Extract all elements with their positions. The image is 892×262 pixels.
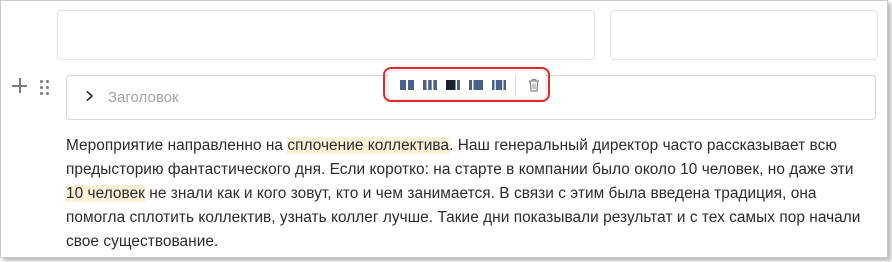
highlighted-text: сплочение коллектива <box>287 137 450 154</box>
column-block-left[interactable] <box>57 10 595 60</box>
heading-input[interactable] <box>108 86 368 108</box>
toolbar-highlight-frame <box>383 67 550 102</box>
paragraph-segment: не знали как и кого зовут, кто и чем зан… <box>66 185 861 250</box>
drag-handle-icon[interactable] <box>39 80 51 96</box>
add-block-button[interactable] <box>11 77 29 95</box>
column-block-right[interactable] <box>610 10 878 60</box>
chevron-right-icon[interactable] <box>86 91 94 101</box>
highlighted-text: 10 человек <box>66 185 145 202</box>
paragraph-text[interactable]: Мероприятие направленно на сплочение кол… <box>66 134 866 254</box>
paragraph-segment: Мероприятие направленно на <box>66 137 288 154</box>
